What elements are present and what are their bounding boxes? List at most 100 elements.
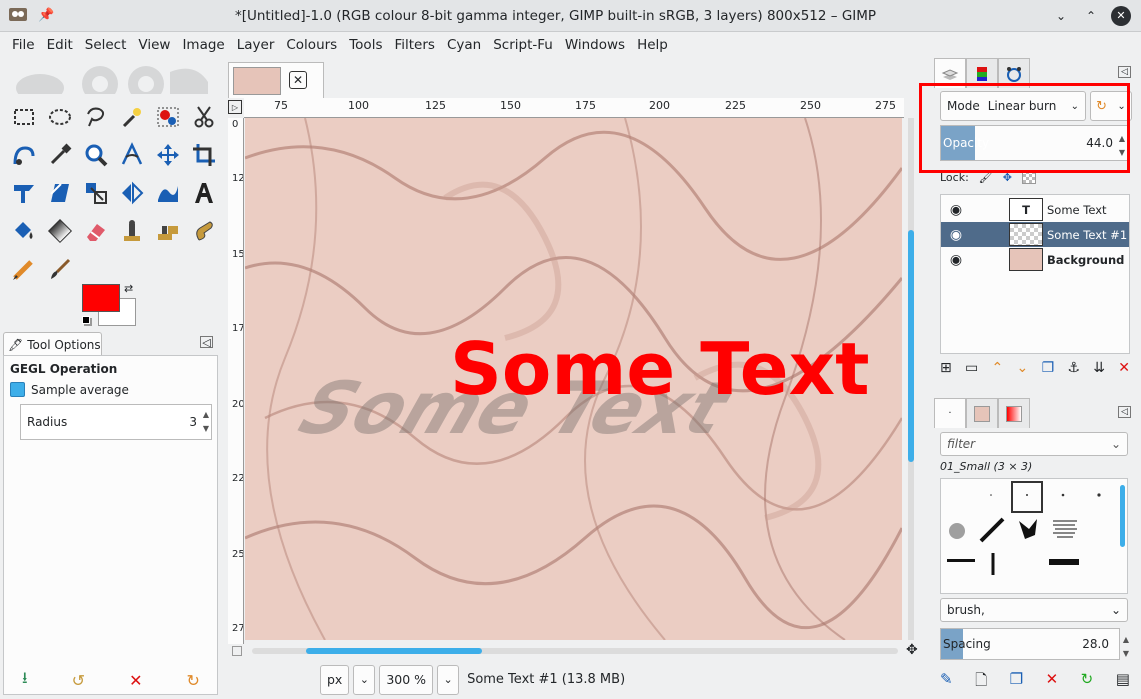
- edit-brush-icon[interactable]: ✎: [940, 670, 953, 695]
- dock-menu-icon[interactable]: ◁: [200, 336, 213, 349]
- clone-tool-icon[interactable]: [114, 212, 150, 250]
- fuzzy-select-tool-icon[interactable]: [114, 98, 150, 136]
- open-as-image-icon[interactable]: ▤: [1116, 670, 1130, 695]
- eraser-tool-icon[interactable]: [78, 212, 114, 250]
- gimp-app-icon[interactable]: [8, 5, 28, 27]
- move-tool-icon[interactable]: [150, 136, 186, 174]
- image-canvas[interactable]: Some Text Some Text: [245, 118, 902, 640]
- select-by-color-tool-icon[interactable]: [150, 98, 186, 136]
- foreground-select-tool-icon[interactable]: [6, 136, 42, 174]
- crop-tool-icon[interactable]: [186, 136, 222, 174]
- visibility-eye-icon[interactable]: ◉: [941, 227, 971, 243]
- brush-grid[interactable]: [940, 478, 1128, 594]
- horizontal-scrollbar[interactable]: [252, 648, 898, 654]
- menu-script-fu[interactable]: Script-Fu: [487, 37, 559, 53]
- unit-selector[interactable]: px: [320, 664, 350, 695]
- new-brush-icon[interactable]: 🗋: [975, 670, 987, 695]
- radius-spinner[interactable]: Radius 3 ▲ ▼: [20, 404, 212, 440]
- rect-select-tool-icon[interactable]: [6, 98, 42, 136]
- dock-menu-icon[interactable]: ◁: [1118, 66, 1131, 78]
- menu-colours[interactable]: Colours: [280, 37, 343, 53]
- free-select-tool-icon[interactable]: [78, 98, 114, 136]
- shear-tool-icon[interactable]: [42, 174, 78, 212]
- refresh-brushes-icon[interactable]: ↻: [1081, 670, 1094, 695]
- tab-gradients[interactable]: [998, 398, 1030, 428]
- measure-tool-icon[interactable]: [114, 136, 150, 174]
- zoom-field[interactable]: 300 %: [379, 664, 434, 695]
- swap-colors-icon[interactable]: ⇄: [124, 282, 133, 295]
- visibility-eye-icon[interactable]: ◉: [941, 202, 971, 218]
- canvas-text-layer[interactable]: Some Text: [450, 327, 869, 411]
- foreground-color-swatch[interactable]: [82, 284, 120, 312]
- delete-layer-icon[interactable]: ✕: [1118, 360, 1130, 376]
- layer-row-some-text-1[interactable]: ◉ Some Text #1: [941, 222, 1129, 247]
- pencil-tool-icon[interactable]: [6, 250, 42, 288]
- menu-image[interactable]: Image: [176, 37, 230, 53]
- layer-row-background[interactable]: ◉ Background: [941, 247, 1129, 272]
- scale-tool-icon[interactable]: [78, 174, 114, 212]
- menu-select[interactable]: Select: [79, 37, 133, 53]
- vertical-scrollbar[interactable]: [908, 118, 914, 640]
- close-tab-icon[interactable]: ✕: [289, 71, 307, 89]
- smudge-tool-icon[interactable]: [186, 212, 222, 250]
- visibility-eye-icon[interactable]: ◉: [941, 252, 971, 268]
- layer-row-some-text[interactable]: ◉ T Some Text: [941, 197, 1129, 222]
- restore-options-icon[interactable]: ↺: [72, 671, 85, 690]
- quick-mask-toggle[interactable]: [232, 646, 242, 656]
- menu-file[interactable]: File: [6, 37, 41, 53]
- paintbrush-tool-icon[interactable]: [42, 250, 78, 288]
- close-button[interactable]: ✕: [1111, 5, 1131, 26]
- image-tab[interactable]: ✕: [228, 62, 324, 98]
- save-options-icon[interactable]: ⭳: [22, 667, 28, 694]
- brush-tags-field[interactable]: brush, ⌄: [940, 598, 1128, 622]
- spacing-slider[interactable]: Spacing 28.0 ▲ ▼: [940, 628, 1129, 660]
- menu-tools[interactable]: Tools: [343, 37, 388, 53]
- brush-filter-input[interactable]: filter ⌄: [940, 432, 1128, 456]
- menu-filters[interactable]: Filters: [388, 37, 440, 53]
- duplicate-layer-icon[interactable]: ❐: [1042, 360, 1055, 376]
- merge-layer-icon[interactable]: ⇊: [1093, 360, 1105, 376]
- new-layer-icon[interactable]: ⊞: [940, 360, 952, 376]
- unit-dropdown-icon[interactable]: ⌄: [353, 664, 376, 695]
- menu-edit[interactable]: Edit: [41, 37, 79, 53]
- minimize-button[interactable]: ⌄: [1051, 6, 1071, 26]
- anchor-layer-icon[interactable]: ⚓: [1067, 360, 1080, 376]
- ellipse-select-tool-icon[interactable]: [42, 98, 78, 136]
- lower-layer-icon[interactable]: ⌄: [1017, 360, 1029, 376]
- text-tool-icon[interactable]: [186, 174, 222, 212]
- flip-tool-icon[interactable]: [114, 174, 150, 212]
- sample-average-checkbox[interactable]: Sample average: [10, 382, 129, 397]
- quick-mask-menu-icon[interactable]: ▷: [228, 100, 242, 114]
- delete-options-icon[interactable]: ✕: [129, 671, 142, 690]
- menu-view[interactable]: View: [132, 37, 176, 53]
- tab-brushes[interactable]: ·: [934, 398, 966, 428]
- unified-transform-tool-icon[interactable]: [6, 174, 42, 212]
- tab-patterns[interactable]: [966, 398, 998, 428]
- gradient-tool-icon[interactable]: [42, 212, 78, 250]
- pin-icon[interactable]: 📌: [38, 8, 54, 23]
- delete-brush-icon[interactable]: ✕: [1046, 670, 1059, 695]
- menu-help[interactable]: Help: [631, 37, 674, 53]
- menu-cyan[interactable]: Cyan: [441, 37, 487, 53]
- horizontal-scrollbar-thumb[interactable]: [306, 648, 482, 654]
- vertical-scrollbar-thumb[interactable]: [908, 230, 914, 462]
- menu-windows[interactable]: Windows: [559, 37, 631, 53]
- tab-tool-options[interactable]: 🖋 Tool Options: [3, 332, 102, 356]
- duplicate-brush-icon[interactable]: ❐: [1010, 670, 1023, 695]
- color-picker-tool-icon[interactable]: [42, 136, 78, 174]
- checkbox-icon[interactable]: [10, 382, 25, 397]
- warp-transform-tool-icon[interactable]: [150, 174, 186, 212]
- zoom-tool-icon[interactable]: [78, 136, 114, 174]
- zoom-dropdown-icon[interactable]: ⌄: [437, 664, 460, 695]
- reset-options-icon[interactable]: ↻: [187, 671, 200, 690]
- dock-menu-icon[interactable]: ◁: [1118, 406, 1131, 418]
- maximize-button[interactable]: ⌃: [1081, 6, 1101, 26]
- menu-layer[interactable]: Layer: [231, 37, 281, 53]
- default-colors-icon[interactable]: [82, 316, 90, 324]
- raise-layer-icon[interactable]: ⌃: [992, 360, 1004, 376]
- scissors-select-tool-icon[interactable]: [186, 98, 222, 136]
- new-layer-group-icon[interactable]: ▭: [965, 360, 978, 376]
- bucket-fill-tool-icon[interactable]: [6, 212, 42, 250]
- spin-arrows-icon[interactable]: ▲ ▼: [203, 408, 209, 436]
- navigate-icon[interactable]: ✥: [906, 642, 918, 658]
